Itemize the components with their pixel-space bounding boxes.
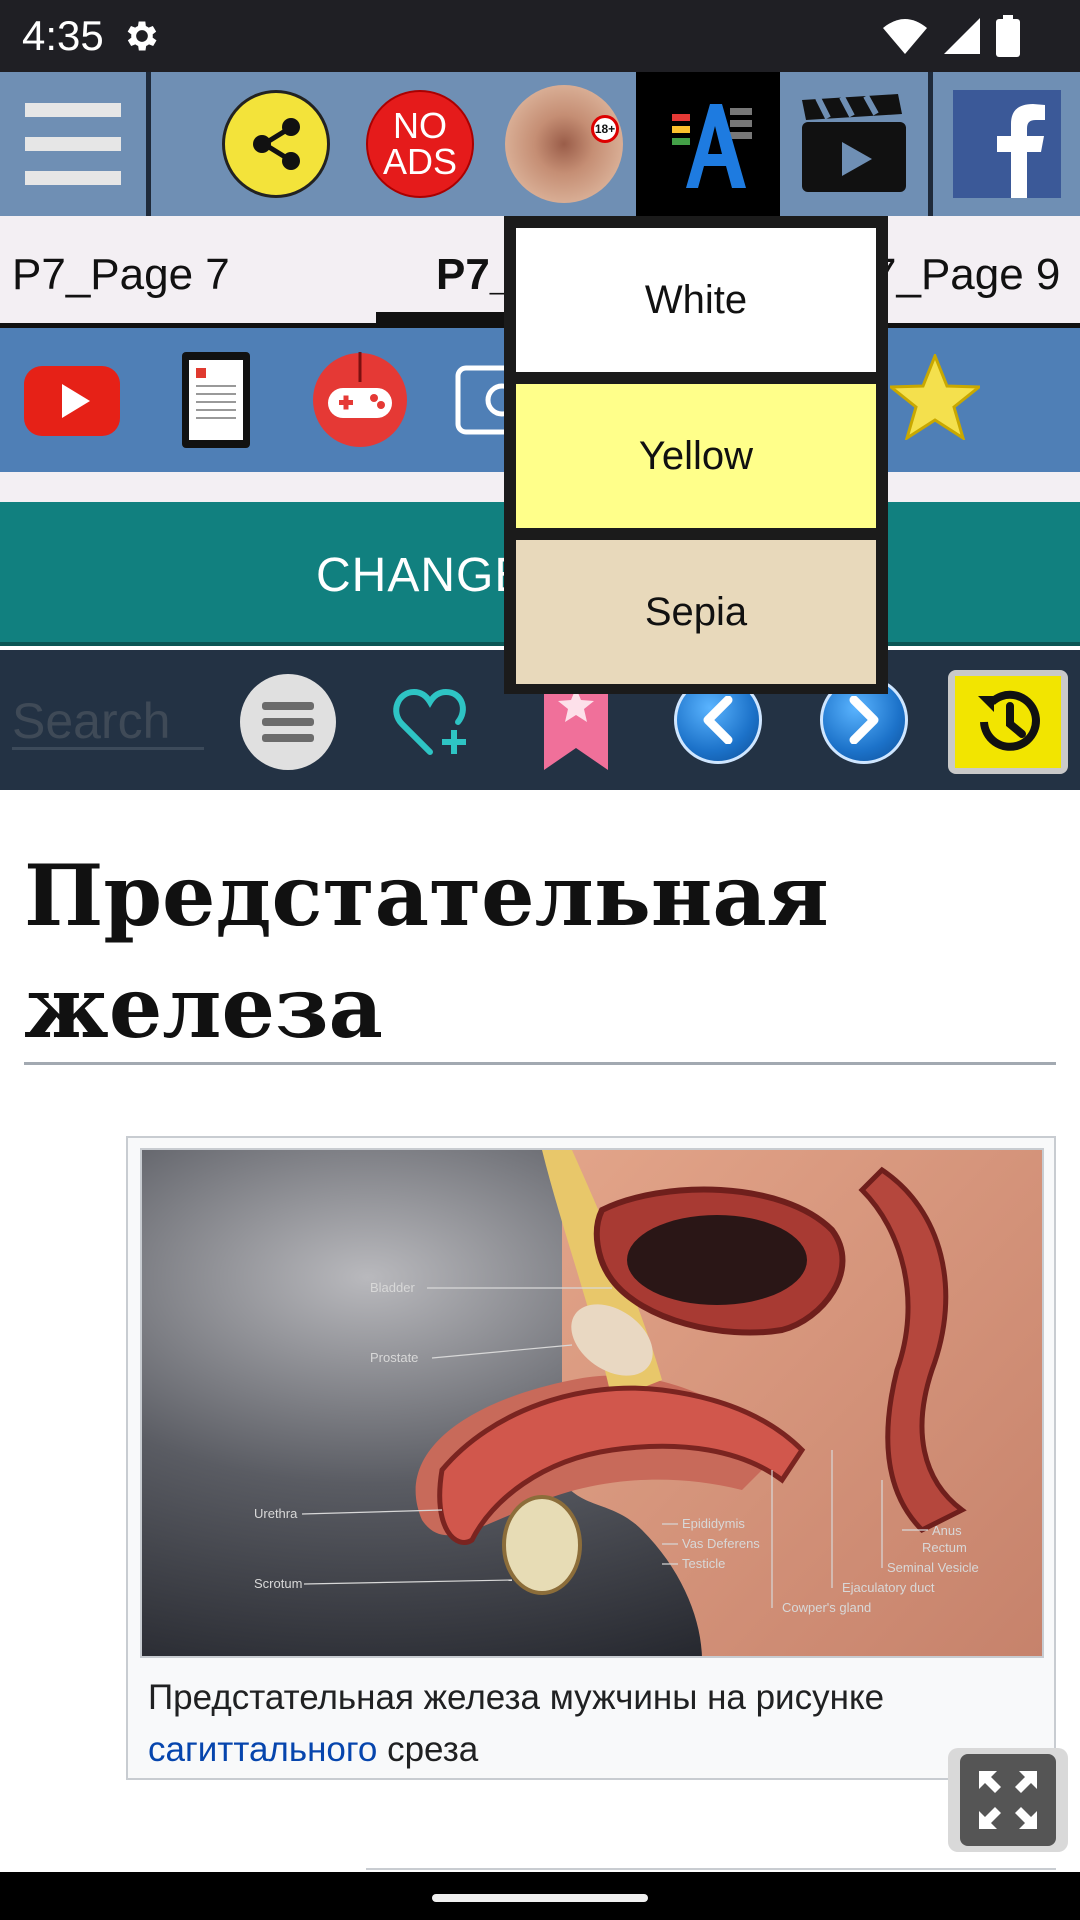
- caption-text-start: Предстательная железа мужчины на рисунке: [148, 1678, 885, 1717]
- label-testicle: Testicle: [682, 1556, 725, 1571]
- youtube-button[interactable]: [24, 366, 120, 441]
- video-clapper-icon: [802, 94, 906, 192]
- change-button-label: CHANGE: [316, 549, 528, 602]
- home-gesture-handle[interactable]: [432, 1894, 648, 1902]
- history-button[interactable]: [948, 670, 1068, 774]
- label-anus: Anus: [932, 1523, 962, 1538]
- figure-caption: Предстательная железа мужчины на рисунке…: [148, 1672, 1028, 1776]
- history-icon: [955, 676, 1061, 768]
- label-ejaculatory-duct: Ejaculatory duct: [842, 1580, 935, 1595]
- status-bar: 4:35: [0, 0, 1080, 72]
- share-icon: [222, 90, 330, 198]
- status-time: 4:35: [22, 12, 104, 59]
- favorites-star-button[interactable]: [886, 351, 984, 445]
- status-icons: [882, 14, 1020, 58]
- anatomy-app-icon: 18+: [505, 85, 623, 203]
- color-option-sepia-label: Sepia: [644, 589, 748, 634]
- expand-icon: [960, 1754, 1056, 1846]
- label-bladder: Bladder: [370, 1280, 415, 1295]
- wifi-icon: [883, 19, 927, 54]
- no-ads-line1: NO: [393, 105, 447, 146]
- toolbar-divider: [146, 72, 151, 216]
- article-figure: Bladder Prostate Urethra Scrotum Epididy…: [126, 1136, 1056, 1780]
- font-size-icon: [672, 104, 752, 188]
- content-divider: [366, 1868, 1056, 1870]
- article-content: Предстательная железа Bladder Prostate U…: [0, 790, 1080, 1870]
- no-ads-line2: ADS: [382, 141, 458, 182]
- star-icon: [886, 351, 984, 442]
- signal-icon: [944, 18, 980, 54]
- caption-link-sagittal[interactable]: сагиттального: [148, 1730, 377, 1769]
- hamburger-menu-icon: [25, 103, 121, 185]
- video-button[interactable]: [782, 72, 926, 216]
- label-cowpers-gland: Cowper's gland: [782, 1600, 871, 1615]
- caption-text-end: среза: [377, 1730, 479, 1769]
- color-option-white[interactable]: White: [516, 228, 876, 372]
- add-favorite-button[interactable]: [392, 688, 472, 763]
- page-title: Предстательная железа: [24, 846, 829, 1057]
- label-vas-deferens: Vas Deferens: [682, 1536, 760, 1551]
- battery-icon: [996, 15, 1020, 57]
- age-badge: 18+: [591, 115, 619, 143]
- tab-page-8[interactable]: P7_: [436, 250, 514, 300]
- no-ads-icon: NO ADS: [366, 90, 474, 198]
- color-theme-menu: White Yellow Sepia: [504, 216, 888, 694]
- fullscreen-button[interactable]: [948, 1748, 1068, 1852]
- list-icon: [240, 674, 336, 770]
- color-option-yellow[interactable]: Yellow: [516, 384, 876, 528]
- top-toolbar: NO ADS 18+: [0, 72, 1080, 216]
- label-epididymis: Epididymis: [682, 1516, 745, 1531]
- heart-add-icon: [393, 688, 466, 755]
- font-size-button[interactable]: [636, 72, 780, 216]
- ebook-reader-icon: [182, 352, 250, 448]
- menu-button[interactable]: [0, 72, 146, 216]
- toolbar-divider: [928, 72, 933, 216]
- games-button[interactable]: [312, 352, 408, 453]
- gear-icon: [127, 21, 157, 51]
- youtube-icon: [24, 366, 120, 436]
- gamepad-icon: [313, 352, 407, 447]
- title-divider: [24, 1062, 1056, 1065]
- ebook-button[interactable]: [182, 352, 250, 453]
- no-ads-button[interactable]: NO ADS: [364, 72, 476, 216]
- list-button[interactable]: [240, 674, 336, 770]
- color-option-sepia[interactable]: Sepia: [516, 540, 876, 684]
- anatomy-illustration[interactable]: Bladder Prostate Urethra Scrotum Epididy…: [140, 1148, 1044, 1658]
- label-urethra: Urethra: [254, 1506, 298, 1521]
- tab-page-9[interactable]: 7_Page 9: [872, 250, 1060, 300]
- color-option-white-label: White: [644, 277, 748, 322]
- tab-page-7[interactable]: P7_Page 7: [12, 250, 230, 300]
- label-seminal-vesicle: Seminal Vesicle: [887, 1560, 979, 1575]
- label-scrotum: Scrotum: [254, 1576, 302, 1591]
- label-rectum: Rectum: [922, 1540, 967, 1555]
- share-button[interactable]: [218, 72, 334, 216]
- anatomy-app-button[interactable]: 18+: [502, 72, 626, 216]
- color-option-yellow-label: Yellow: [638, 433, 754, 478]
- facebook-icon: [953, 90, 1061, 198]
- label-prostate: Prostate: [370, 1350, 418, 1365]
- search-input[interactable]: [12, 694, 204, 750]
- system-nav-bar: [0, 1872, 1080, 1920]
- facebook-button[interactable]: [934, 72, 1080, 216]
